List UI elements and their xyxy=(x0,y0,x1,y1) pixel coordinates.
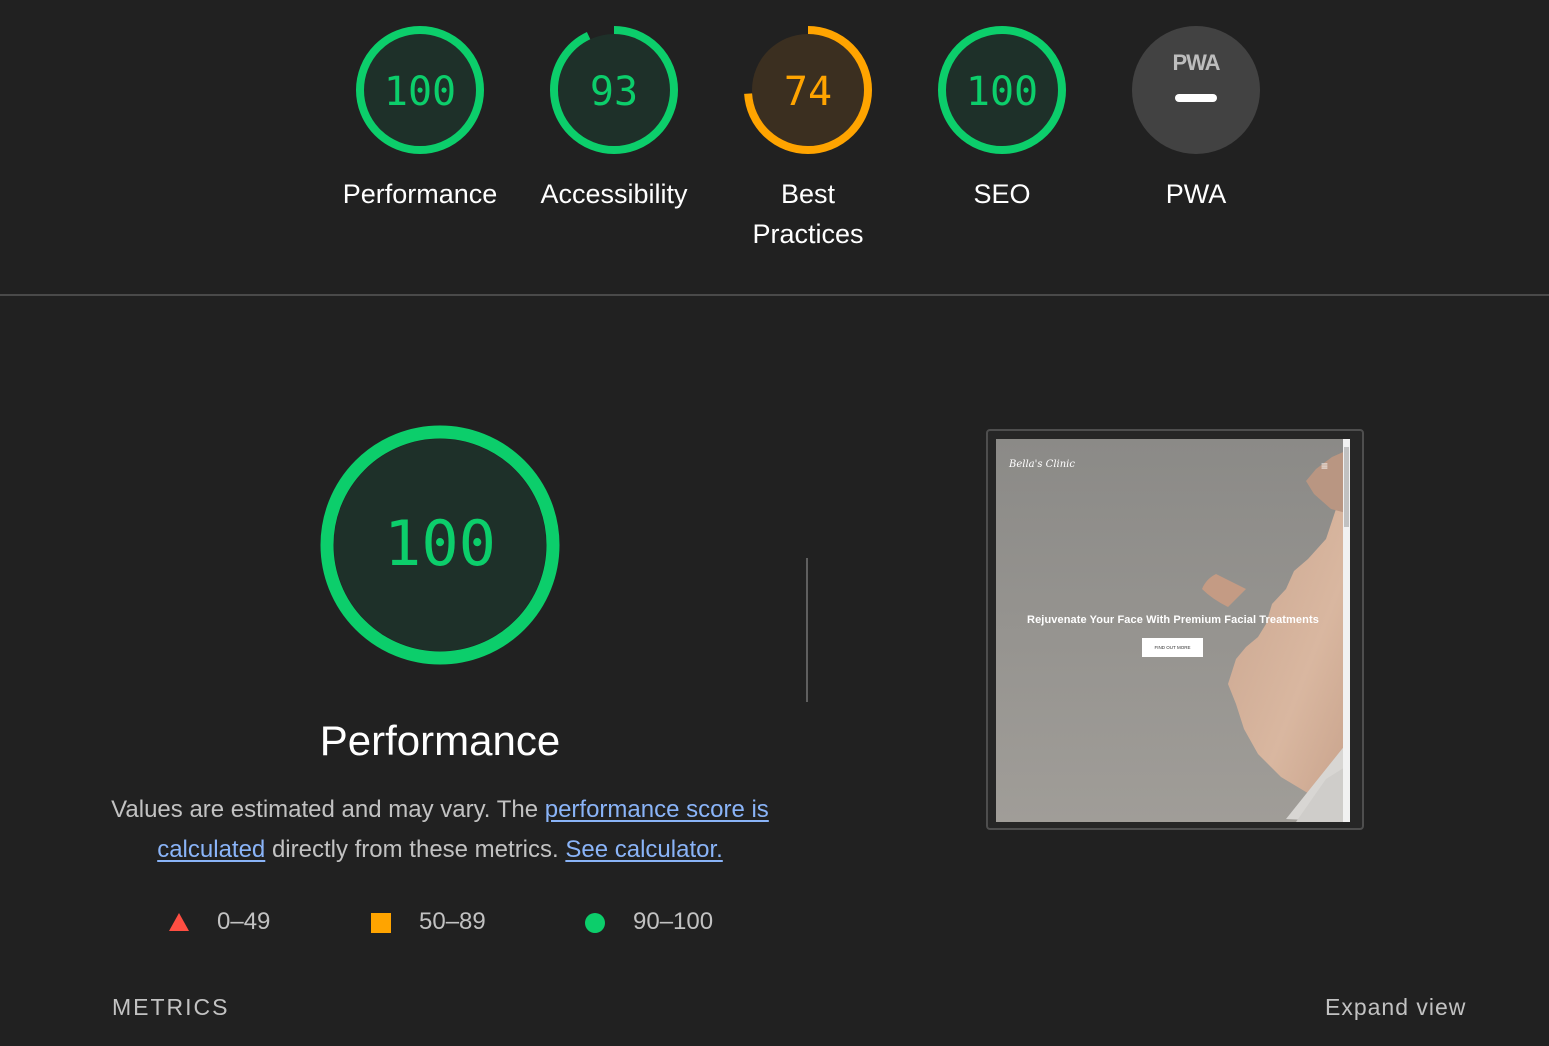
final-screenshot-frame[interactable]: Bella's Clinic ≡ Rejuvenate Your Face Wi… xyxy=(986,429,1364,830)
gauge-best-practices-label-line2: Practices xyxy=(752,219,864,249)
description-middle: directly from these metrics. xyxy=(265,836,566,863)
category-gauges: 100 Performance 93 Accessibility 74 Best… xyxy=(0,0,1549,294)
performance-title: Performance xyxy=(319,717,561,764)
gauge-accessibility[interactable]: 93 Accessibility xyxy=(524,24,704,214)
gauge-accessibility-score: 93 xyxy=(590,69,638,115)
gauge-performance-ring: 100 xyxy=(356,26,484,154)
gauge-accessibility-ring: 93 xyxy=(550,26,678,154)
gauge-seo[interactable]: 100 SEO xyxy=(912,24,1092,214)
square-icon xyxy=(371,913,391,933)
screenshot-scroll-thumb xyxy=(1344,447,1349,527)
triangle-icon xyxy=(169,913,189,931)
performance-score-large: 100 xyxy=(384,507,496,580)
gauge-best-practices-ring: 74 xyxy=(744,26,872,154)
gauge-seo-score: 100 xyxy=(966,69,1038,115)
metrics-title: METRICS xyxy=(112,994,230,1020)
circle-icon xyxy=(585,913,605,933)
screenshot-cta-button: FIND OUT MORE xyxy=(1142,638,1203,657)
see-calculator-link[interactable]: See calculator. xyxy=(565,836,722,863)
legend-pass-range: 90–100 xyxy=(633,908,714,935)
performance-description: Values are estimated and may vary. The p… xyxy=(110,790,770,870)
gauge-best-practices-score: 74 xyxy=(784,69,832,115)
gauge-accessibility-label: Accessibility xyxy=(540,179,688,209)
gauge-pwa-label: PWA xyxy=(1165,179,1227,209)
gauge-best-practices[interactable]: 74 Best Practices xyxy=(718,24,898,254)
performance-gauge-large: 100 xyxy=(320,425,560,665)
header-divider xyxy=(0,294,1549,296)
gauge-performance-label: Performance xyxy=(342,179,498,209)
screenshot-scrollbar xyxy=(1343,439,1350,822)
pwa-dash-icon xyxy=(1175,94,1217,102)
legend-fail-range: 0–49 xyxy=(217,908,271,935)
gauge-seo-ring: 100 xyxy=(938,26,1066,154)
gauge-performance-score: 100 xyxy=(384,69,456,115)
description-prefix: Values are estimated and may vary. The xyxy=(111,796,545,823)
performance-gauge-large-ring: 100 xyxy=(320,425,560,665)
screenshot-hero-image xyxy=(996,439,1350,822)
vertical-divider xyxy=(806,558,808,702)
gauge-best-practices-label: Best Practices xyxy=(718,174,898,254)
screenshot-headline: Rejuvenate Your Face With Premium Facial… xyxy=(1027,614,1319,626)
hamburger-icon: ≡ xyxy=(1321,459,1329,473)
pwa-badge-icon: PWA xyxy=(1132,26,1260,154)
gauge-pwa[interactable]: PWA PWA xyxy=(1106,24,1286,214)
expand-view-button[interactable]: Expand view xyxy=(1325,994,1466,1021)
pwa-badge-text: PWA xyxy=(1172,50,1220,75)
final-screenshot: Bella's Clinic ≡ Rejuvenate Your Face Wi… xyxy=(996,439,1350,822)
screenshot-brand: Bella's Clinic xyxy=(1009,459,1075,470)
gauge-performance[interactable]: 100 Performance xyxy=(330,24,510,214)
gauge-best-practices-label-line1: Best xyxy=(780,179,836,209)
legend-average-range: 50–89 xyxy=(419,908,486,935)
gauge-seo-label: SEO xyxy=(973,179,1031,209)
